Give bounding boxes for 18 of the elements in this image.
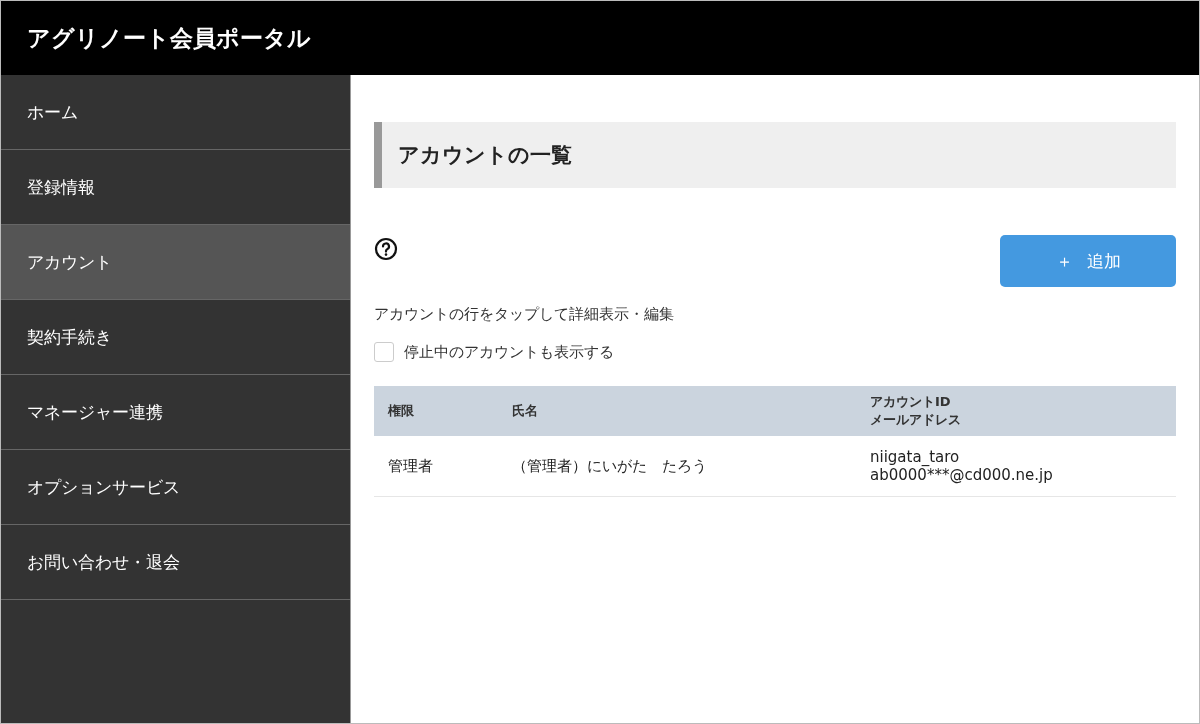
table-cell[interactable]: 管理者 <box>388 456 433 476</box>
help-icon[interactable] <box>374 237 398 261</box>
sidebar-item[interactable]: マネージャー連携 <box>1 375 350 450</box>
table-cell[interactable]: niigata_taro ab0000***@cd000.ne.jp <box>870 448 1053 484</box>
sidebar-item[interactable]: 契約手続き <box>1 300 350 375</box>
column-header: 氏名 <box>512 402 538 420</box>
column-header: 権限 <box>388 402 414 420</box>
table-cell[interactable]: （管理者）にいがた たろう <box>512 456 707 476</box>
sidebar-item[interactable]: お問い合わせ・退会 <box>1 525 350 600</box>
checkbox-label: 停止中のアカウントも表示する <box>404 342 614 362</box>
page-title: アカウントの一覧 <box>374 122 1176 188</box>
sidebar-item[interactable]: オプションサービス <box>1 450 350 525</box>
sidebar-item[interactable]: ホーム <box>1 75 350 150</box>
sidebar-item[interactable]: アカウント <box>1 225 350 300</box>
column-header: アカウントID メールアドレス <box>870 393 961 429</box>
hint-text: アカウントの行をタップして詳細表示・編集 <box>374 305 675 324</box>
checkbox[interactable] <box>374 342 394 362</box>
portal-title: アグリノート会員ポータル <box>27 23 311 53</box>
